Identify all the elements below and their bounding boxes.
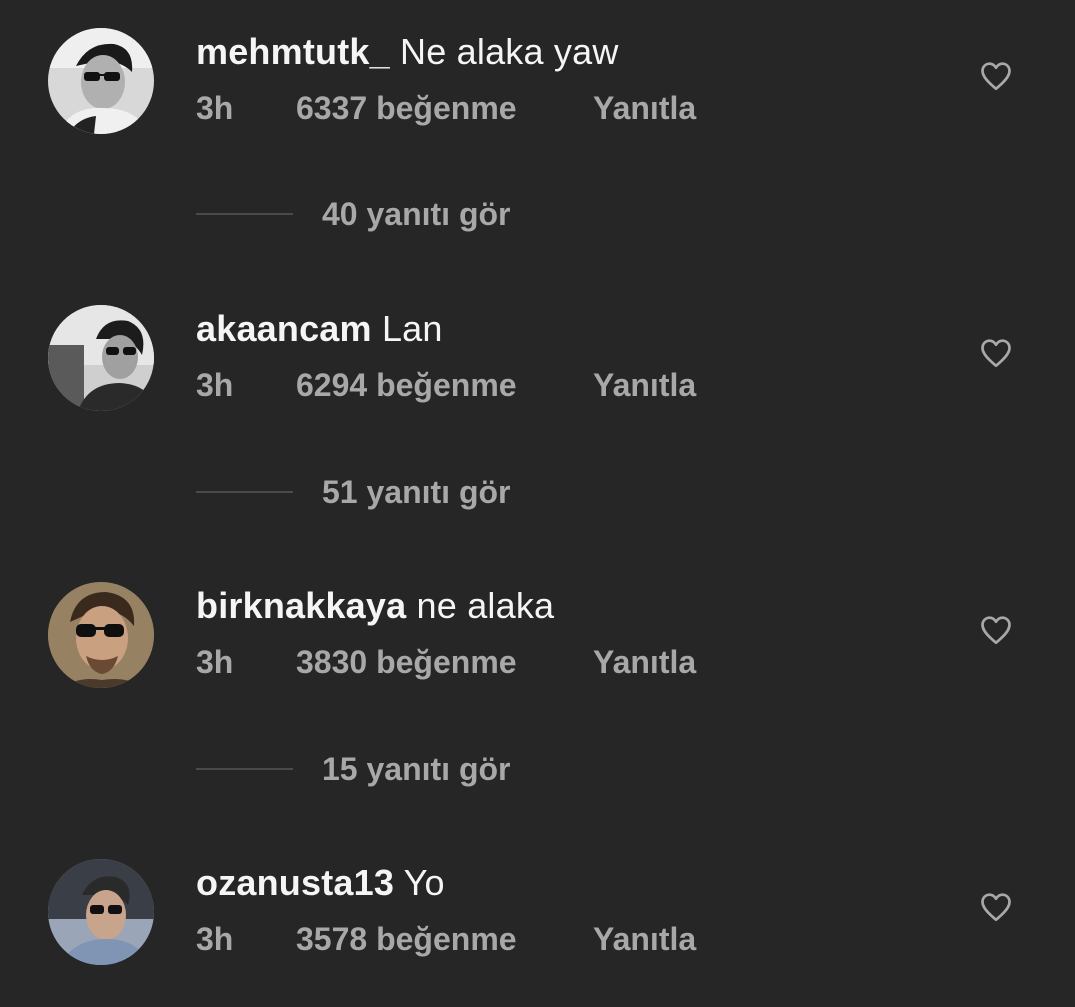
comment-username[interactable]: birknakkaya bbox=[196, 585, 406, 626]
avatar[interactable] bbox=[48, 859, 154, 965]
comment-item: ozanusta13 Yo 3h 3578 beğenme Yanıtla bbox=[0, 859, 1075, 969]
comment-likes[interactable]: 3830 beğenme bbox=[296, 644, 517, 680]
heart-icon[interactable] bbox=[977, 612, 1015, 648]
replies-divider bbox=[196, 213, 293, 215]
comment-time: 3h bbox=[196, 90, 234, 126]
avatar[interactable] bbox=[48, 582, 154, 688]
reply-button[interactable]: Yanıtla bbox=[593, 367, 696, 403]
comment-likes[interactable]: 6294 beğenme bbox=[296, 367, 517, 403]
comment-time: 3h bbox=[196, 921, 234, 957]
comment-username[interactable]: mehmtutk_ bbox=[196, 31, 390, 72]
comment-line: mehmtutk_ Ne alaka yaw bbox=[196, 32, 619, 72]
comment-line: birknakkaya ne alaka bbox=[196, 586, 554, 626]
view-replies-button[interactable]: 51 yanıtı gör bbox=[196, 472, 596, 512]
comment-text: Yo bbox=[403, 862, 445, 903]
comment-likes[interactable]: 3578 beğenme bbox=[296, 921, 517, 957]
replies-divider bbox=[196, 768, 293, 770]
replies-divider bbox=[196, 491, 293, 493]
view-replies-label: 51 yanıtı gör bbox=[322, 474, 511, 510]
avatar-photo bbox=[48, 582, 154, 688]
avatar[interactable] bbox=[48, 305, 154, 411]
view-replies-button[interactable]: 15 yanıtı gör bbox=[196, 749, 596, 789]
comment-item: akaancam Lan 3h 6294 beğenme Yanıtla bbox=[0, 305, 1075, 415]
comment-text: ne alaka bbox=[416, 585, 555, 626]
heart-icon[interactable] bbox=[977, 58, 1015, 94]
comment-text: Lan bbox=[381, 308, 443, 349]
view-replies-label: 15 yanıtı gör bbox=[322, 751, 511, 787]
comment-line: ozanusta13 Yo bbox=[196, 863, 445, 903]
comment-time: 3h bbox=[196, 367, 234, 403]
reply-button[interactable]: Yanıtla bbox=[593, 90, 696, 126]
view-replies-button[interactable]: 40 yanıtı gör bbox=[196, 194, 596, 234]
heart-icon[interactable] bbox=[977, 889, 1015, 925]
comment-time: 3h bbox=[196, 644, 234, 680]
heart-icon[interactable] bbox=[977, 335, 1015, 371]
avatar-photo bbox=[48, 859, 154, 965]
comment-item: birknakkaya ne alaka 3h 3830 beğenme Yan… bbox=[0, 582, 1075, 692]
comment-likes[interactable]: 6337 beğenme bbox=[296, 90, 517, 126]
comment-username[interactable]: ozanusta13 bbox=[196, 862, 394, 903]
view-replies-label: 40 yanıtı gör bbox=[322, 196, 511, 232]
reply-button[interactable]: Yanıtla bbox=[593, 644, 696, 680]
comment-item: mehmtutk_ Ne alaka yaw 3h 6337 beğenme Y… bbox=[0, 28, 1075, 138]
comment-username[interactable]: akaancam bbox=[196, 308, 372, 349]
reply-button[interactable]: Yanıtla bbox=[593, 921, 696, 957]
avatar-photo bbox=[48, 28, 154, 134]
comment-text: Ne alaka yaw bbox=[400, 31, 619, 72]
avatar[interactable] bbox=[48, 28, 154, 134]
avatar-photo bbox=[48, 305, 154, 411]
comment-line: akaancam Lan bbox=[196, 309, 443, 349]
